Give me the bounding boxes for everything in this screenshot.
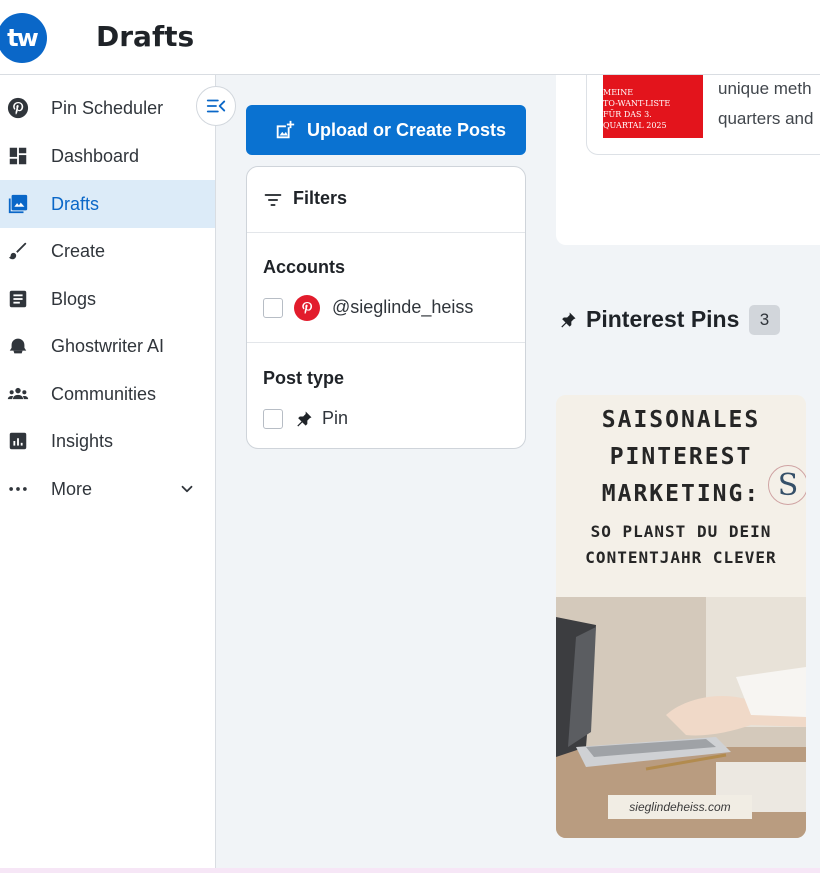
blog-thumb-line: TO-WANT-LISTE xyxy=(603,99,671,108)
sidebar-item-label: Drafts xyxy=(51,193,100,214)
brand-monogram-logo: S xyxy=(768,465,806,505)
pin-photo-laptop: sieglindeheiss.com xyxy=(556,597,806,838)
sidebar-item-more[interactable]: More xyxy=(0,465,215,513)
bar-chart-icon xyxy=(7,430,29,452)
pinterest-icon xyxy=(7,97,29,119)
dashboard-icon xyxy=(7,145,29,167)
image-icon xyxy=(7,193,29,215)
sidebar-item-insights[interactable]: Insights xyxy=(0,417,215,465)
pin-title-area: SAISONALES PINTEREST MARKETING: SO PLANS… xyxy=(556,395,806,597)
blog-thumb-line: QUARTAL 2025 xyxy=(603,121,667,130)
accounts-filter-section: Accounts @sieglinde_heiss xyxy=(247,233,525,343)
sidebar-item-create[interactable]: Create xyxy=(0,227,215,275)
pin-title-line: PINTEREST xyxy=(609,444,753,470)
pin-type-label: Pin xyxy=(322,408,349,428)
pin-title-line: SAISONALES xyxy=(601,407,761,433)
top-bar: tw Drafts xyxy=(0,0,820,75)
pin-type-checkbox[interactable] xyxy=(263,409,283,429)
account-checkbox[interactable] xyxy=(263,298,283,318)
ghost-icon xyxy=(7,335,29,357)
sidebar-item-ghostwriter-ai[interactable]: Ghostwriter AI xyxy=(0,322,215,370)
sidebar-item-label: Dashboard xyxy=(51,145,140,166)
sidebar-item-communities[interactable]: Communities xyxy=(0,370,215,418)
bottom-strip xyxy=(0,868,820,873)
sidebar-item-label: Blogs xyxy=(51,288,97,309)
account-handle: @sieglinde_heiss xyxy=(332,297,474,317)
pin-card[interactable]: SAISONALES PINTEREST MARKETING: SO PLANS… xyxy=(556,395,806,838)
filter-icon xyxy=(264,194,282,206)
sidebar-item-label: Communities xyxy=(51,383,157,404)
pinterest-account-icon xyxy=(294,295,320,321)
pin-subtitle-line: SO PLANST DU DEIN xyxy=(590,522,772,541)
menu-collapse-icon xyxy=(206,99,226,113)
brush-icon xyxy=(7,240,29,262)
upload-or-create-posts-button[interactable]: Upload or Create Posts xyxy=(246,105,526,155)
filters-title: Filters xyxy=(293,188,348,208)
blog-preview-container: MEINE TO-WANT-LISTE FÜR DAS 3. QUARTAL 2… xyxy=(556,75,820,245)
sidebar-item-label: Ghostwriter AI xyxy=(51,335,165,356)
blog-excerpt-line: quarters and xyxy=(718,109,814,128)
sidebar-item-label: Pin Scheduler xyxy=(51,97,164,118)
sidebar-item-blogs[interactable]: Blogs xyxy=(0,275,215,323)
pins-count-badge: 3 xyxy=(749,305,780,335)
pin-subtitle-line: CONTENTJAHR CLEVER xyxy=(585,548,777,567)
group-icon xyxy=(7,383,29,405)
sidebar: Pin Scheduler Dashboard Drafts Create Bl… xyxy=(0,75,216,873)
upload-button-label: Upload or Create Posts xyxy=(307,120,507,140)
sidebar-item-pin-scheduler[interactable]: Pin Scheduler xyxy=(0,84,215,132)
article-icon xyxy=(7,288,29,310)
accounts-section-title: Accounts xyxy=(263,257,346,277)
more-horizontal-icon xyxy=(7,478,29,500)
post-type-filter-section: Post type Pin xyxy=(247,343,525,448)
page-title: Drafts xyxy=(96,20,195,53)
blog-excerpt-line: unique meth xyxy=(718,79,812,98)
filters-panel: Filters Accounts @sieglinde_heiss Post t… xyxy=(246,166,526,449)
add-photo-icon xyxy=(276,120,295,139)
sidebar-item-label: Insights xyxy=(51,430,114,451)
pinterest-pins-title: Pinterest Pins xyxy=(586,306,740,332)
chevron-down-icon[interactable] xyxy=(178,480,196,498)
blog-thumb-line: MEINE xyxy=(603,88,634,97)
post-type-section-title: Post type xyxy=(263,368,345,388)
blog-preview-card[interactable]: MEINE TO-WANT-LISTE FÜR DAS 3. QUARTAL 2… xyxy=(586,75,820,155)
sidebar-item-dashboard[interactable]: Dashboard xyxy=(0,132,215,180)
sidebar-item-label: More xyxy=(51,478,93,499)
filters-header[interactable]: Filters xyxy=(247,167,525,233)
blog-thumbnail: MEINE TO-WANT-LISTE FÜR DAS 3. QUARTAL 2… xyxy=(603,75,703,138)
pushpin-icon xyxy=(561,312,576,328)
sidebar-item-label: Create xyxy=(51,240,106,261)
collapse-sidebar-button[interactable] xyxy=(196,86,236,126)
blog-thumb-line: FÜR DAS 3. xyxy=(603,110,652,119)
tailwind-logo[interactable]: tw xyxy=(0,13,47,63)
pin-website-footer: sieglindeheiss.com xyxy=(608,795,752,819)
sidebar-item-drafts[interactable]: Drafts xyxy=(0,180,215,228)
pushpin-icon xyxy=(297,411,312,427)
